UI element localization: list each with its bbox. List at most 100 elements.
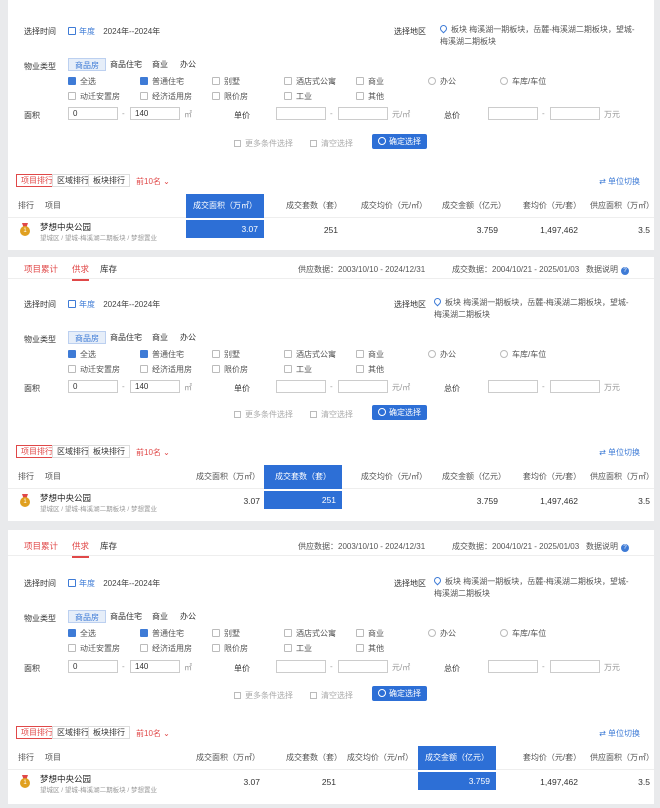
check-price-limited[interactable]: 限价房 (212, 643, 248, 654)
year-selector[interactable]: 年度 2024年--2024年 (68, 26, 160, 37)
tab-project-total[interactable]: 项目累计 (24, 540, 58, 552)
col-units-sorted[interactable]: 成交套数（套） (264, 465, 342, 489)
check-other[interactable]: 其他 (356, 91, 384, 102)
type-tab-commercial-housing[interactable]: 商品房 (68, 331, 106, 344)
check-other[interactable]: 其他 (356, 364, 384, 375)
check-business[interactable]: 商业 (356, 628, 384, 639)
data-note-link[interactable]: 数据说明? (586, 541, 629, 552)
area-max-input[interactable]: 140 (130, 107, 180, 120)
col-amount[interactable]: 成交金额（亿元） (434, 194, 514, 218)
col-supply[interactable]: 供应面积（万㎡） (590, 465, 654, 489)
col-units[interactable]: 成交套数（套） (274, 194, 354, 218)
check-garage[interactable]: 车库/车位 (500, 76, 546, 87)
check-affordable[interactable]: 经济适用房 (140, 91, 192, 102)
top-n-dropdown[interactable]: 前10名 ⌄ (136, 176, 170, 187)
check-office[interactable]: 办公 (428, 76, 456, 87)
check-industrial[interactable]: 工业 (284, 643, 312, 654)
col-amount[interactable]: 成交金额（亿元） (434, 465, 514, 489)
type-tab-office[interactable]: 办公 (174, 58, 202, 71)
type-tab-office[interactable]: 办公 (174, 331, 202, 344)
tab-block-rank[interactable]: 板块排行 (88, 174, 130, 187)
tab-supply[interactable]: 供求 (72, 540, 90, 558)
table-row[interactable]: 1 梦想中央公园 望城区 / 望城-梅溪湖二期板块 / 梦想置业 3.07 25… (8, 489, 654, 513)
col-unit-avg[interactable]: 套均价（元/套） (514, 465, 590, 489)
check-affordable[interactable]: 经济适用房 (140, 643, 192, 654)
clear-button[interactable]: 清空选择 (310, 409, 353, 420)
region-selector[interactable]: 板块 梅溪湖一期板块，岳麓-梅溪湖二期板块，望城-梅溪湖二期板块 (432, 296, 634, 321)
check-all[interactable]: 全选 (68, 76, 96, 87)
more-conditions-button[interactable]: 更多条件选择 (234, 690, 293, 701)
year-selector[interactable]: 年度 2024年--2024年 (68, 299, 160, 310)
type-tab-residential[interactable]: 商品住宅 (104, 58, 148, 71)
more-conditions-button[interactable]: 更多条件选择 (234, 409, 293, 420)
col-avg-price[interactable]: 成交均价（元/㎡） (340, 746, 420, 770)
type-tab-residential[interactable]: 商品住宅 (104, 331, 148, 344)
total-max-input[interactable] (550, 107, 600, 120)
type-tab-business[interactable]: 商业 (146, 610, 174, 623)
check-industrial[interactable]: 工业 (284, 364, 312, 375)
check-serviced-apartment[interactable]: 酒店式公寓 (284, 76, 336, 87)
type-tab-residential[interactable]: 商品住宅 (104, 610, 148, 623)
check-affordable[interactable]: 经济适用房 (140, 364, 192, 375)
col-supply[interactable]: 供应面积（万㎡） (590, 746, 654, 770)
check-ordinary-residence[interactable]: 普通住宅 (140, 628, 184, 639)
total-min-input[interactable] (488, 107, 538, 120)
more-conditions-button[interactable]: 更多条件选择 (234, 138, 293, 149)
unit-switch-button[interactable]: ⇄ 单位切换 (599, 728, 640, 739)
price-max-input[interactable] (338, 380, 388, 393)
check-industrial[interactable]: 工业 (284, 91, 312, 102)
check-villa[interactable]: 别墅 (212, 628, 240, 639)
check-office[interactable]: 办公 (428, 628, 456, 639)
type-tab-business[interactable]: 商业 (146, 58, 174, 71)
check-ordinary-residence[interactable]: 普通住宅 (140, 349, 184, 360)
table-row[interactable]: 1 梦想中央公园 望城区 / 望城-梅溪湖二期板块 / 梦想置业 3.07 25… (8, 218, 654, 242)
confirm-button[interactable]: 确定选择 (372, 405, 427, 420)
region-selector[interactable]: 板块 梅溪湖一期板块，岳麓-梅溪湖二期板块，望城-梅溪湖二期板块 (438, 23, 640, 48)
clear-button[interactable]: 清空选择 (310, 690, 353, 701)
price-min-input[interactable] (276, 660, 326, 673)
check-villa[interactable]: 别墅 (212, 349, 240, 360)
check-business[interactable]: 商业 (356, 76, 384, 87)
check-garage[interactable]: 车库/车位 (500, 628, 546, 639)
price-max-input[interactable] (338, 107, 388, 120)
type-tab-commercial-housing[interactable]: 商品房 (68, 610, 106, 623)
tab-supply[interactable]: 供求 (72, 263, 90, 281)
area-min-input[interactable]: 0 (68, 380, 118, 393)
price-min-input[interactable] (276, 107, 326, 120)
price-min-input[interactable] (276, 380, 326, 393)
year-selector[interactable]: 年度 2024年--2024年 (68, 578, 160, 589)
check-all[interactable]: 全选 (68, 349, 96, 360)
col-area[interactable]: 成交面积（万㎡） (188, 746, 268, 770)
total-max-input[interactable] (550, 380, 600, 393)
check-price-limited[interactable]: 限价房 (212, 364, 248, 375)
tab-block-rank[interactable]: 板块排行 (88, 726, 130, 739)
col-area[interactable]: 成交面积（万㎡） (188, 465, 268, 489)
top-n-dropdown[interactable]: 前10名 ⌄ (136, 728, 170, 739)
price-max-input[interactable] (338, 660, 388, 673)
tab-stock[interactable]: 库存 (100, 540, 117, 552)
total-min-input[interactable] (488, 380, 538, 393)
check-resettlement[interactable]: 动迁安置房 (68, 91, 120, 102)
region-selector[interactable]: 板块 梅溪湖一期板块，岳麓-梅溪湖二期板块，望城-梅溪湖二期板块 (432, 575, 634, 600)
check-business[interactable]: 商业 (356, 349, 384, 360)
col-avg-price[interactable]: 成交均价（元/㎡） (354, 465, 434, 489)
check-serviced-apartment[interactable]: 酒店式公寓 (284, 628, 336, 639)
check-office[interactable]: 办公 (428, 349, 456, 360)
check-villa[interactable]: 别墅 (212, 76, 240, 87)
clear-button[interactable]: 清空选择 (310, 138, 353, 149)
type-tab-business[interactable]: 商业 (146, 331, 174, 344)
tab-block-rank[interactable]: 板块排行 (88, 445, 130, 458)
check-resettlement[interactable]: 动迁安置房 (68, 643, 120, 654)
check-ordinary-residence[interactable]: 普通住宅 (140, 76, 184, 87)
unit-switch-button[interactable]: ⇄ 单位切换 (599, 447, 640, 458)
type-tab-commercial-housing[interactable]: 商品房 (68, 58, 106, 71)
col-amount-sorted[interactable]: 成交金额（亿元） (418, 746, 496, 770)
area-min-input[interactable]: 0 (68, 107, 118, 120)
col-avg-price[interactable]: 成交均价（元/㎡） (354, 194, 434, 218)
total-min-input[interactable] (488, 660, 538, 673)
top-n-dropdown[interactable]: 前10名 ⌄ (136, 447, 170, 458)
col-area-sorted[interactable]: 成交面积（万㎡） (186, 194, 264, 218)
check-other[interactable]: 其他 (356, 643, 384, 654)
data-note-link[interactable]: 数据说明? (586, 264, 629, 275)
check-garage[interactable]: 车库/车位 (500, 349, 546, 360)
